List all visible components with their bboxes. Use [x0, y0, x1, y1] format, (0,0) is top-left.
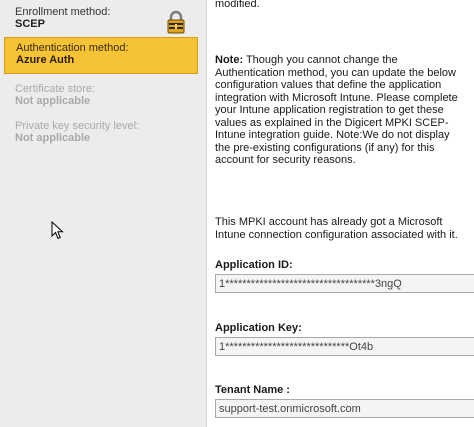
application-id-label: Application ID: [215, 259, 293, 271]
authentication-method-label: Authentication method: [16, 42, 129, 54]
application-id-input[interactable] [215, 274, 474, 293]
mpki-config-text: This MPKI account has already got a Micr… [215, 216, 458, 241]
certificate-store-value: Not applicable [15, 95, 91, 107]
certificate-store-label: Certificate store: [15, 83, 96, 95]
authentication-method-value: Azure Auth [16, 54, 75, 66]
application-key-label: Application Key: [215, 322, 302, 334]
tenant-name-label: Tenant Name : [215, 384, 290, 396]
note-body: Though you cannot change the Authenticat… [215, 54, 458, 166]
note-heading: Note: [215, 54, 244, 66]
application-key-input[interactable] [215, 337, 474, 356]
sidebar-item-authentication-method[interactable]: Authentication method: Azure Auth [4, 37, 198, 74]
modified-text: modified. [215, 0, 260, 10]
sidebar: Enrollment method: SCEP Authentication m… [0, 0, 207, 427]
mouse-pointer-icon [51, 221, 64, 240]
lock-icon [167, 10, 185, 34]
note-paragraph: Note: Though you cannot change the Authe… [215, 54, 465, 167]
private-key-security-label: Private key security level: [15, 120, 140, 132]
private-key-security-value: Not applicable [15, 132, 91, 144]
sidebar-item-certificate-store: Certificate store: Not applicable [4, 80, 198, 108]
sidebar-item-private-key-security: Private key security level: Not applicab… [4, 117, 198, 145]
tenant-name-input[interactable] [215, 399, 474, 418]
